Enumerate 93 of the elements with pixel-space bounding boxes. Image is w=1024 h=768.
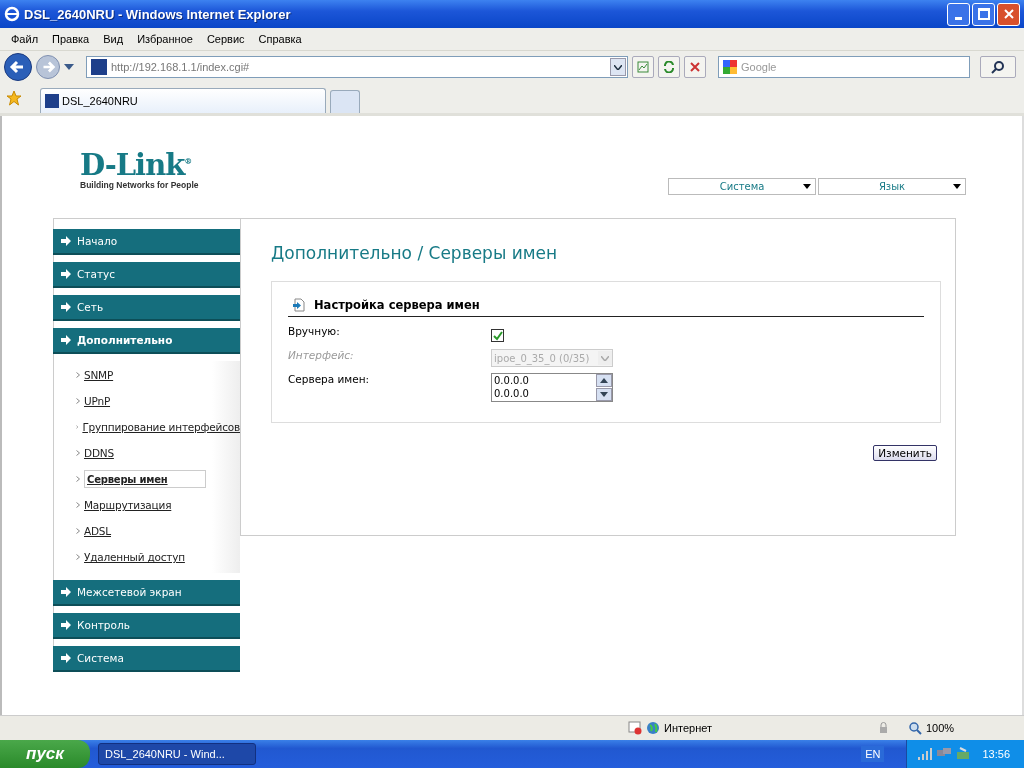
sidebar-item[interactable]: Статус [53,262,240,288]
submenu-link[interactable]: Маршрутизация [84,499,172,511]
blocked-popup-icon [628,721,642,735]
field-label: Интерфейс: [288,349,355,363]
arrow-icon [61,335,71,345]
refresh-button[interactable] [658,56,680,78]
forward-button[interactable] [36,55,60,79]
address-field[interactable]: http://192.168.1.1/index.cgi# [86,56,628,78]
apply-button[interactable]: Изменить [873,445,937,461]
bullet-icon [76,450,80,456]
arrow-icon [61,302,71,312]
favorites-star-icon[interactable] [6,90,22,106]
section-title: Настройка сервера имен [314,298,480,312]
history-dropdown-icon[interactable] [64,64,74,70]
checkbox[interactable] [491,329,504,342]
bullet-icon [76,528,80,534]
submenu-link[interactable]: Серверы имен [84,470,206,488]
restore-button[interactable] [972,2,995,26]
stop-button[interactable] [684,56,706,78]
list-entry[interactable]: 0.0.0.0 [494,387,596,400]
sidebar-item[interactable]: Начало [53,229,240,255]
top-menu-dropdown[interactable]: Система [668,178,816,195]
arrow-icon [61,587,71,597]
submenu-link[interactable]: SNMP [84,369,114,381]
site-icon [91,59,107,75]
page-chart-icon [637,61,649,73]
menu-item[interactable]: Правка [45,33,97,45]
start-button[interactable]: пуск [0,740,90,768]
caret-icon [953,184,961,189]
network-status-icon[interactable] [955,747,972,761]
submenu-link[interactable]: Удаленный доступ [84,551,185,563]
scroll-up-button[interactable] [596,374,612,387]
menu-item[interactable]: Избранное [130,33,200,45]
arrow-icon [61,620,71,630]
down-triangle-icon [600,392,608,397]
document-arrow-icon [292,298,306,312]
language-indicator[interactable]: EN [861,746,885,762]
up-triangle-icon [600,378,608,383]
refresh-icon [663,61,675,73]
security-zone-text: Интернет [664,722,712,734]
caret-icon [601,355,609,361]
minimize-button[interactable] [947,2,970,26]
sidebar-item[interactable]: Система [53,646,240,672]
bullet-icon [76,398,80,404]
arrow-icon [61,236,71,246]
menu-item[interactable]: Сервис [199,33,252,45]
logo-wordmark: D-Link$^{®}$ [80,146,192,180]
browser-logo-icon [4,6,20,22]
url-text: http://192.168.1.1/index.cgi# [111,61,251,73]
list-entry[interactable]: 0.0.0.0 [494,374,596,387]
sidebar-item[interactable]: Межсетевой экран [53,580,240,606]
menu-item[interactable]: Справка [251,33,309,45]
browser-tab[interactable]: DSL_2640NRU [40,88,326,113]
bullet-icon [76,502,80,508]
logo-tagline: Building Networks for People [80,179,199,190]
caret-icon [803,184,811,189]
arrow-icon [61,653,71,663]
search-provider-icon [723,60,737,74]
close-icon [689,61,701,73]
submenu-link[interactable]: UPnP [84,395,111,407]
bullet-icon [76,372,80,378]
submenu-link[interactable]: ADSL [84,525,111,537]
top-menu-dropdown[interactable]: Язык [818,178,966,195]
menu-item[interactable]: Файл [4,33,46,45]
field-label: Вручную: [288,325,341,339]
compatibility-button[interactable] [632,56,654,78]
search-button[interactable] [980,56,1016,78]
sidebar-item[interactable]: Дополнительно [53,328,240,354]
zoom-icon[interactable] [908,721,922,735]
back-button[interactable] [4,53,32,81]
taskbar-window-button[interactable]: DSL_2640NRU - Wind... [98,743,256,765]
globe-icon [646,721,660,735]
field-label: Сервера имен: [288,373,371,387]
close-icon [1003,9,1014,19]
submenu-link[interactable]: Группирование интерфейсов [82,421,240,433]
arrow-icon [61,269,71,279]
caret-icon [614,64,622,70]
search-icon [991,60,1005,74]
address-dropdown-button[interactable] [610,58,626,76]
name-server-list[interactable]: 0.0.0.0 0.0.0.0 [491,373,613,402]
close-button[interactable] [997,2,1020,26]
page-title: Дополнительно / Серверы имен [271,243,559,263]
menu-item[interactable]: Вид [96,33,131,45]
scroll-down-button[interactable] [596,388,612,401]
bullet-icon [76,476,80,482]
window-title: DSL_2640NRU - Windows Internet Explorer [24,6,292,22]
submenu-link[interactable]: DDNS [84,447,114,459]
clock: 13:56 [982,748,1010,760]
bullet-icon [76,424,79,430]
zoom-level[interactable]: 100% [926,722,996,734]
bullet-icon [76,554,80,560]
sidebar-item[interactable]: Контроль [53,613,240,639]
sidebar-item[interactable]: Сеть [53,295,240,321]
